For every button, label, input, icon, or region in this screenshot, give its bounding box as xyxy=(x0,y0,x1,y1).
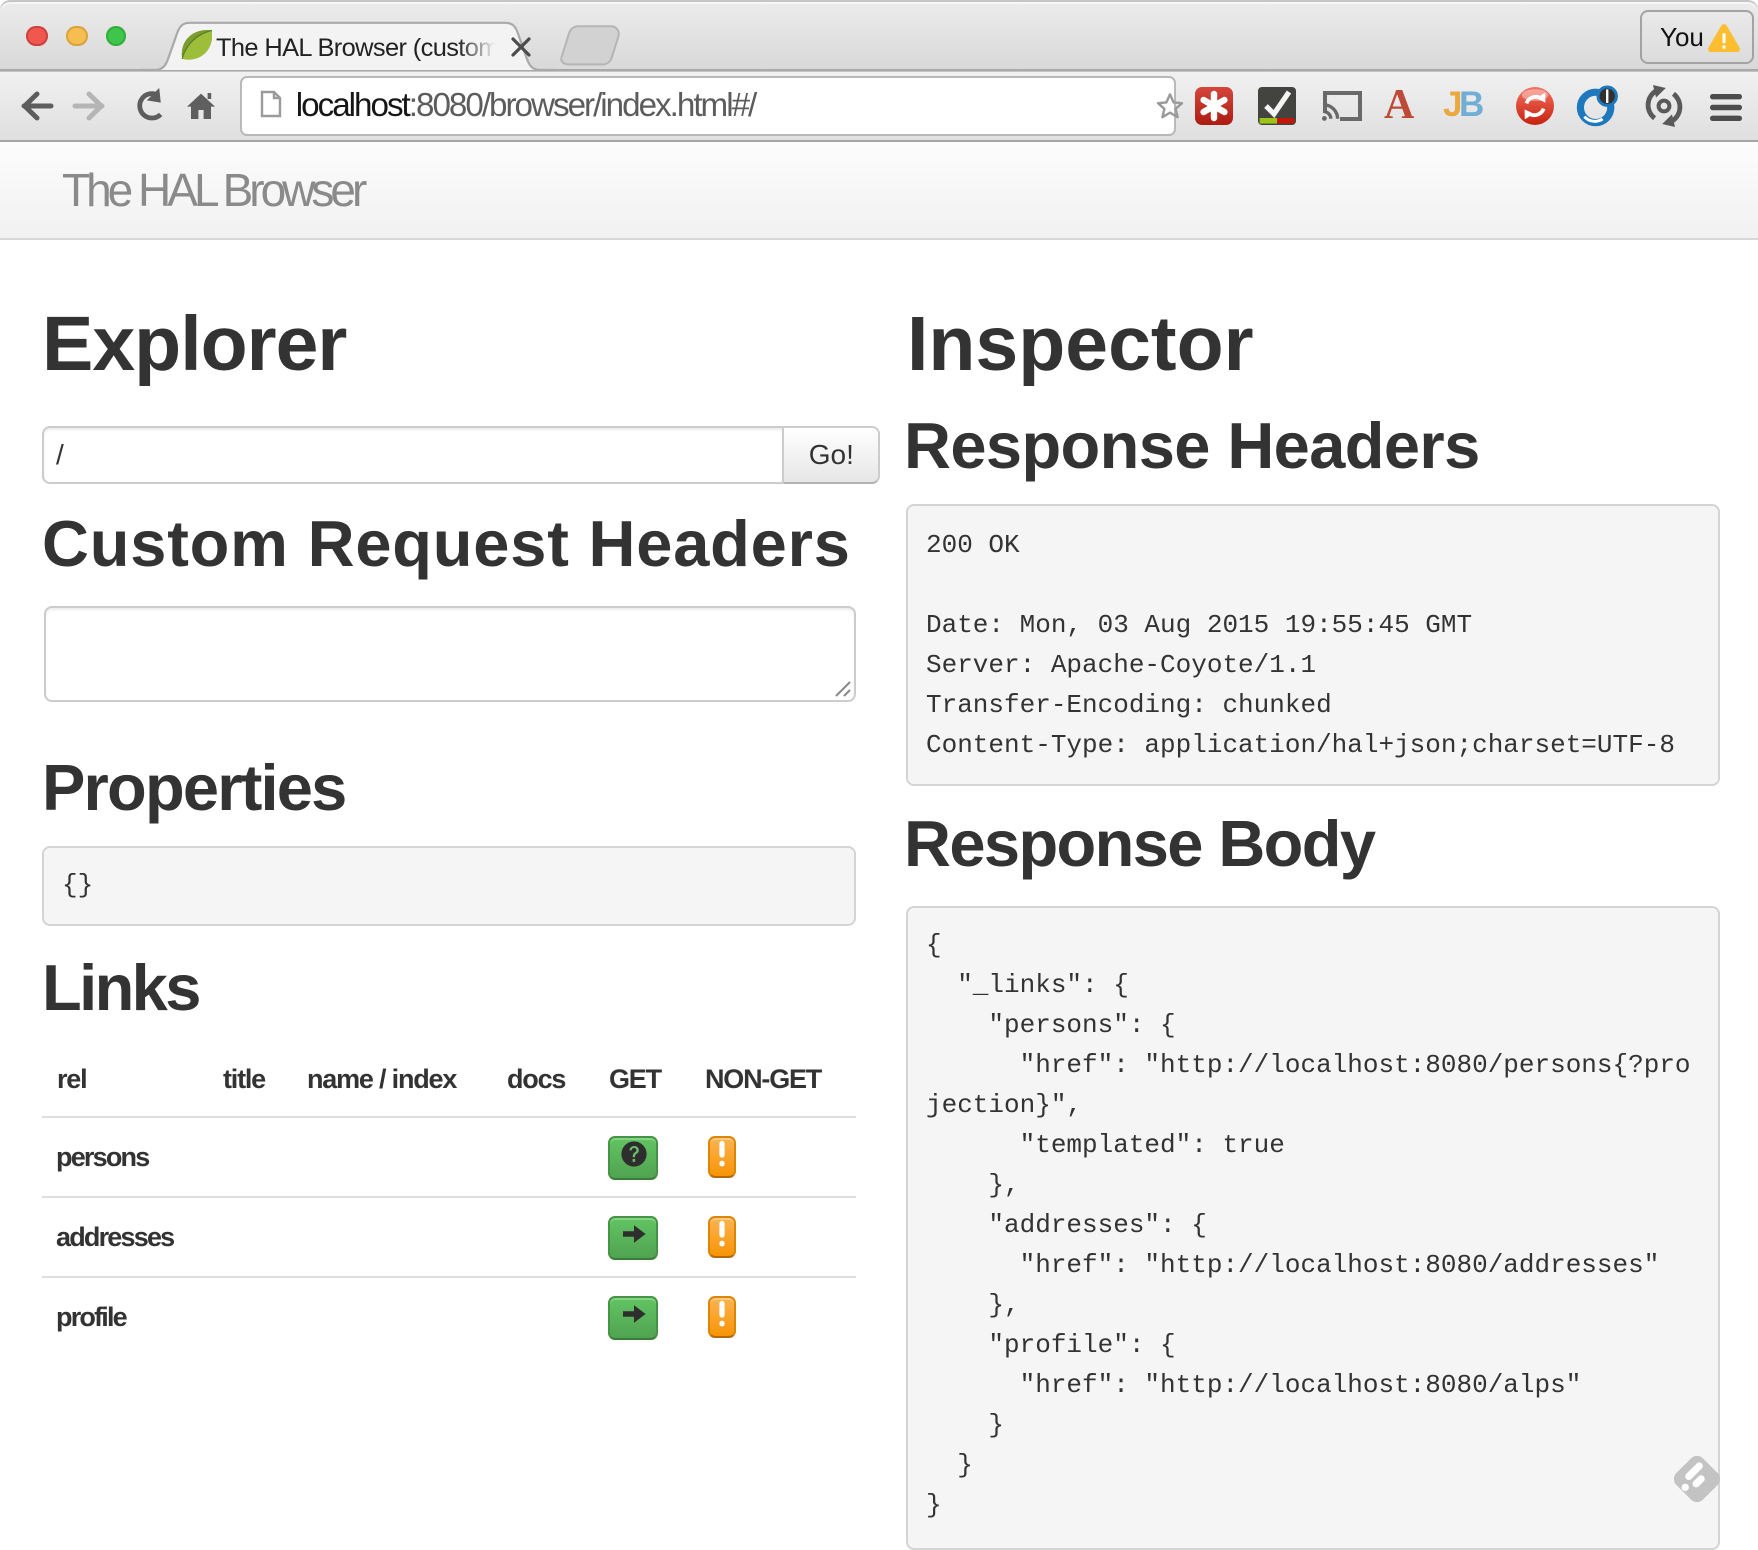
svg-text:B: B xyxy=(1459,85,1484,124)
svg-text:A: A xyxy=(1384,82,1415,128)
